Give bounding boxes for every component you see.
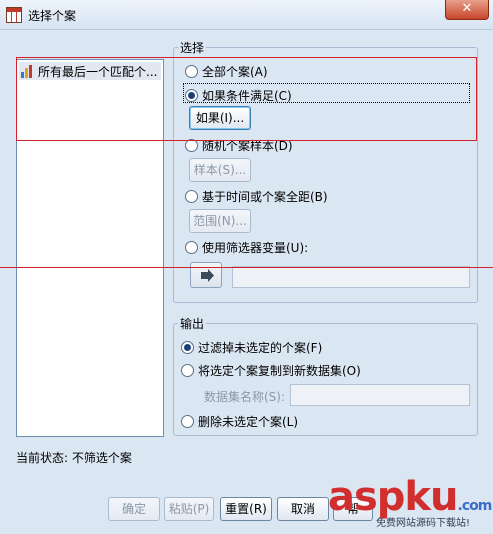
if-button[interactable]: 如果(I)...: [189, 106, 251, 130]
watermark-subtitle: 免费网站源码下载站!: [376, 518, 471, 529]
radio-filter-unselected-indicator[interactable]: [181, 341, 194, 354]
radio-copy-to-dataset-indicator[interactable]: [181, 364, 194, 377]
arrow-right-icon: [201, 269, 214, 282]
reset-button[interactable]: 重置(R): [220, 497, 272, 521]
radio-all-cases-indicator[interactable]: [185, 65, 198, 78]
radio-filter-variable-label: 使用筛选器变量(U):: [202, 241, 309, 255]
variable-label: 所有最后一个匹配个...: [38, 64, 158, 79]
select-group-legend: 选择: [178, 39, 207, 56]
radio-delete-unselected-indicator[interactable]: [181, 415, 194, 428]
dataset-name-label: 数据集名称(S):: [204, 390, 286, 404]
radio-all-cases-label: 全部个案(A): [202, 65, 268, 79]
annotation-line: [16, 57, 17, 141]
radio-filter-variable[interactable]: 使用筛选器变量(U):: [185, 239, 308, 256]
radio-if-condition-indicator[interactable]: [185, 89, 198, 102]
close-button[interactable]: ✕: [445, 0, 489, 20]
radio-copy-to-dataset-label: 将选定个案复制到新数据集(O): [198, 364, 361, 378]
radio-if-condition-label: 如果条件满足(C): [202, 89, 292, 103]
close-icon: ✕: [461, 1, 473, 16]
variable-list[interactable]: 所有最后一个匹配个...: [16, 59, 164, 437]
radio-time-range-label: 基于时间或个案全距(B): [202, 190, 328, 204]
paste-button[interactable]: 粘贴(P): [164, 497, 214, 521]
variable-list-item[interactable]: 所有最后一个匹配个...: [19, 62, 161, 80]
radio-delete-unselected[interactable]: 删除未选定个案(L): [181, 413, 298, 430]
radio-time-range[interactable]: 基于时间或个案全距(B): [185, 188, 328, 205]
cancel-button[interactable]: 取消: [277, 497, 329, 521]
annotation-line: [16, 140, 477, 141]
spss-table-icon: [6, 7, 22, 23]
radio-filter-unselected-label: 过滤掉未选定的个案(F): [198, 341, 323, 355]
radio-filter-unselected[interactable]: 过滤掉未选定的个案(F): [181, 339, 322, 356]
scale-variable-icon: [21, 64, 35, 78]
sample-button[interactable]: 样本(S)...: [189, 158, 251, 182]
range-button[interactable]: 范围(N)...: [189, 209, 251, 233]
annotation-line: [16, 57, 477, 58]
dataset-name-field[interactable]: [290, 384, 470, 406]
filter-variable-field[interactable]: [232, 266, 470, 288]
window-title: 选择个案: [28, 9, 77, 23]
ok-button[interactable]: 确定: [108, 497, 160, 521]
radio-time-range-indicator[interactable]: [185, 190, 198, 203]
radio-filter-variable-indicator[interactable]: [185, 241, 198, 254]
output-group-legend: 输出: [178, 315, 207, 332]
annotation-line: [476, 57, 477, 141]
radio-copy-to-dataset[interactable]: 将选定个案复制到新数据集(O): [181, 362, 361, 379]
annotation-line: [0, 267, 493, 268]
current-status: 当前状态: 不筛选个案: [16, 451, 132, 465]
radio-all-cases[interactable]: 全部个案(A): [185, 63, 268, 80]
radio-if-condition[interactable]: 如果条件满足(C): [185, 87, 292, 104]
title-bar: 选择个案 ✕: [0, 0, 493, 30]
move-variable-button[interactable]: [190, 262, 222, 288]
radio-delete-unselected-label: 删除未选定个案(L): [198, 415, 299, 429]
